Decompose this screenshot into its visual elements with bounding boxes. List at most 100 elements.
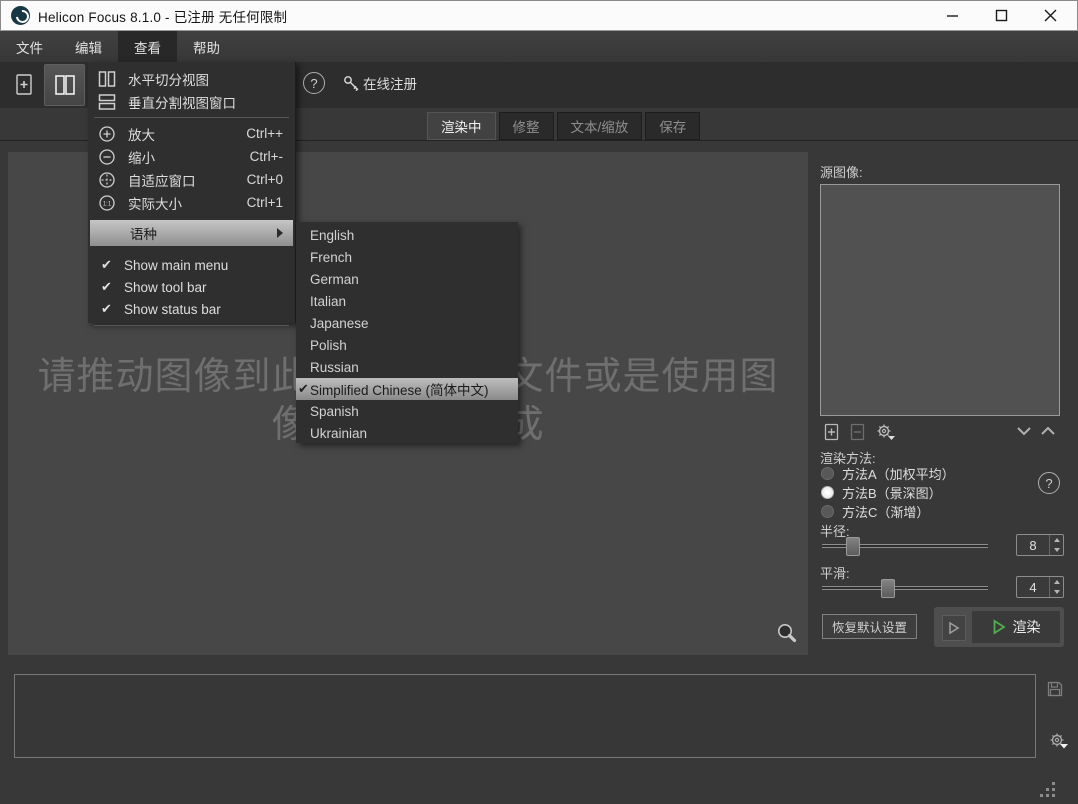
log-output-box[interactable]: [14, 674, 1036, 758]
remove-image-icon: [850, 423, 865, 441]
lang-item-italian[interactable]: Italian: [296, 290, 518, 312]
help-icon: ?: [1045, 476, 1052, 491]
menu-item-language[interactable]: 语种: [90, 220, 293, 246]
gear-dropdown-icon: [1048, 732, 1070, 750]
add-image-icon: [14, 73, 34, 97]
play-icon: [948, 621, 960, 635]
spin-up-icon[interactable]: [1054, 538, 1060, 542]
menu-item-fit-window[interactable]: 自适应窗口 Ctrl+0: [88, 168, 295, 191]
method-b-radio[interactable]: 方法B（景深图）: [821, 483, 942, 502]
smoothing-spin-arrows[interactable]: [1049, 577, 1063, 597]
submenu-arrow-icon: [277, 228, 283, 238]
lang-item-label: Ukrainian: [310, 426, 367, 441]
spin-up-icon[interactable]: [1054, 580, 1060, 584]
check-icon: ✔: [101, 279, 112, 295]
menu-item-label: 放大: [128, 124, 155, 144]
lang-item-label: Spanish: [310, 404, 359, 419]
move-up-button[interactable]: [1040, 425, 1056, 437]
chevron-down-icon: [1016, 425, 1032, 437]
remove-image-button[interactable]: [850, 423, 865, 441]
tab-save[interactable]: 保存: [645, 112, 700, 140]
add-image-icon: [824, 423, 839, 441]
log-settings-button[interactable]: [1048, 732, 1070, 750]
view-menu-dropdown: 水平切分视图 垂直分割视图窗口 放大 Ctrl++ 缩小 Ctrl+- 自适应窗…: [88, 62, 296, 323]
menu-item-file[interactable]: 文件: [0, 31, 59, 62]
radius-label: 半径:: [820, 521, 850, 540]
reset-defaults-label: 恢复默认设置: [832, 617, 907, 636]
menu-item-label: 文件: [16, 37, 43, 57]
menu-item-show-tool-bar[interactable]: ✔ Show tool bar: [88, 276, 295, 298]
add-image-button[interactable]: [824, 423, 839, 441]
render-label: 渲染: [1013, 617, 1041, 637]
helicon-logo-icon: [11, 6, 30, 25]
render-button[interactable]: 渲染: [972, 611, 1060, 643]
online-register-label: 在线注册: [363, 73, 417, 93]
menu-item-label: 查看: [134, 37, 161, 57]
lang-item-polish[interactable]: Polish: [296, 334, 518, 356]
actual-size-icon: 1:1: [98, 194, 116, 212]
method-b-label: 方法B（景深图）: [842, 483, 942, 502]
lang-item-russian[interactable]: Russian: [296, 356, 518, 378]
menu-item-view[interactable]: 查看: [118, 31, 177, 62]
render-step-button[interactable]: [942, 615, 966, 641]
radius-slider-handle[interactable]: [846, 537, 860, 556]
help-button[interactable]: ?: [303, 72, 325, 94]
menu-item-vertical-split[interactable]: 垂直分割视图窗口: [88, 90, 295, 113]
method-c-label: 方法C（渐增）: [842, 502, 929, 521]
lang-item-label: Polish: [310, 338, 347, 353]
help-icon: ?: [310, 76, 317, 91]
lang-item-english[interactable]: English: [296, 224, 518, 246]
maximize-icon[interactable]: [995, 9, 1008, 22]
menu-shortcut: Ctrl+-: [250, 149, 283, 164]
method-help-button[interactable]: ?: [1038, 472, 1060, 494]
split-horizontal-icon: [53, 73, 77, 97]
smoothing-slider[interactable]: [822, 586, 988, 590]
add-images-button[interactable]: [8, 67, 40, 103]
tab-rendering[interactable]: 渲染中: [427, 112, 496, 140]
lang-item-spanish[interactable]: Spanish: [296, 400, 518, 422]
close-icon[interactable]: [1044, 9, 1057, 22]
gear-dropdown-icon: [875, 423, 897, 441]
lang-item-simplified-chinese[interactable]: ✔ Simplified Chinese (简体中文): [296, 378, 518, 400]
menu-item-zoom-out[interactable]: 缩小 Ctrl+-: [88, 145, 295, 168]
method-a-radio[interactable]: 方法A（加权平均）: [821, 464, 955, 483]
radius-slider[interactable]: [822, 544, 988, 548]
lang-item-german[interactable]: German: [296, 268, 518, 290]
play-icon: [992, 619, 1006, 635]
menu-item-label: 缩小: [128, 147, 155, 167]
method-c-radio[interactable]: 方法C（渐增）: [821, 502, 929, 521]
lang-item-japanese[interactable]: Japanese: [296, 312, 518, 334]
source-images-list[interactable]: [820, 184, 1060, 416]
radius-spin-arrows[interactable]: [1049, 535, 1063, 555]
spin-down-icon[interactable]: [1054, 548, 1060, 552]
chevron-up-icon: [1040, 425, 1056, 437]
source-settings-button[interactable]: [875, 423, 897, 441]
menu-item-show-status-bar[interactable]: ✔ Show status bar: [88, 298, 295, 320]
menu-item-edit[interactable]: 编辑: [59, 31, 118, 62]
lang-item-french[interactable]: French: [296, 246, 518, 268]
reset-defaults-button[interactable]: 恢复默认设置: [822, 614, 917, 639]
minimize-icon[interactable]: [946, 9, 959, 22]
lang-item-ukrainian[interactable]: Ukrainian: [296, 422, 518, 444]
menu-item-help[interactable]: 帮助: [177, 31, 236, 62]
resize-grip-icon[interactable]: [1040, 782, 1056, 798]
split-view-button[interactable]: [44, 64, 85, 106]
smoothing-slider-handle[interactable]: [881, 579, 895, 598]
tab-text-scale[interactable]: 文本/缩放: [557, 112, 643, 140]
menu-item-horizontal-split[interactable]: 水平切分视图: [88, 67, 295, 90]
save-log-button[interactable]: [1046, 680, 1064, 698]
menu-item-actual-size[interactable]: 1:1 实际大小 Ctrl+1: [88, 191, 295, 214]
smoothing-spinbox[interactable]: 4: [1016, 576, 1064, 598]
menu-bar: 文件 编辑 查看 帮助: [0, 31, 1078, 62]
online-register-button[interactable]: 在线注册: [342, 71, 417, 95]
key-icon: [342, 74, 360, 92]
spin-down-icon[interactable]: [1054, 590, 1060, 594]
smoothing-value: 4: [1017, 577, 1049, 597]
magnifier-icon[interactable]: [776, 622, 798, 644]
tab-retouch[interactable]: 修整: [499, 112, 554, 140]
menu-item-zoom-in[interactable]: 放大 Ctrl++: [88, 122, 295, 145]
lang-item-label: French: [310, 250, 352, 265]
menu-item-show-main-menu[interactable]: ✔ Show main menu: [88, 254, 295, 276]
move-down-button[interactable]: [1016, 425, 1032, 437]
radius-spinbox[interactable]: 8: [1016, 534, 1064, 556]
